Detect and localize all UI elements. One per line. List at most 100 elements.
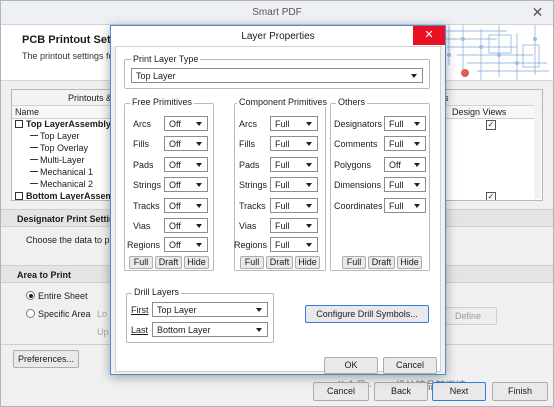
designators-dropdown[interactable]: Full [384,116,426,131]
comp-draft-button[interactable]: Draft [266,256,293,269]
chevron-down-icon [414,122,420,126]
finish-button[interactable]: Finish [492,382,548,401]
chevron-down-icon [256,328,262,332]
drill-last-dropdown[interactable]: Bottom Layer [152,322,268,337]
free-fills-dropdown[interactable]: Off [164,136,208,151]
polygons-dropdown[interactable]: Off [384,157,426,172]
lower-left-label: Lo [97,309,108,319]
drill-layers-title: Drill Layers [132,287,182,297]
area-section-title: Area to Print [17,270,72,280]
comp-regions-label: Regions [234,240,268,250]
component-primitives-title: Component Primitives [237,97,330,107]
upper-right-label: Up [97,327,109,337]
design-views-checkbox[interactable]: ✓ [486,120,496,130]
chevron-down-icon [196,163,202,167]
grid-row-label[interactable]: Top Overlay [40,143,88,153]
back-button[interactable]: Back [374,382,428,401]
grid-row-label[interactable]: Bottom LayerAssem [26,191,114,200]
chevron-down-icon [196,142,202,146]
pcb-decoration-image [437,25,553,80]
free-vias-label: Vias [133,221,151,231]
grid-row-label[interactable]: Multi-Layer [40,155,85,165]
grid-row-label[interactable]: Top LayerAssembly D [26,119,120,129]
dialog-cancel-button[interactable]: Cancel [383,357,437,374]
dimensions-dropdown[interactable]: Full [384,177,426,192]
ok-button[interactable]: OK [324,357,378,374]
grid-scrollbar[interactable] [534,91,541,199]
dialog-body: Print Layer Type Top Layer Free Primitiv… [115,46,441,372]
free-arcs-value: Off [169,119,181,129]
others-title: Others [336,97,368,107]
free-fills-value: Off [169,139,181,149]
free-pads-value: Off [169,160,181,170]
chevron-down-icon [196,204,202,208]
free-vias-dropdown[interactable]: Off [164,218,208,233]
comments-value: Full [389,139,404,149]
free-vias-value: Off [169,221,181,231]
dialog-close-icon[interactable]: ✕ [413,26,445,45]
grid-row-label[interactable]: Mechanical 2 [40,179,93,189]
define-button[interactable]: Define [439,307,497,325]
configure-drill-symbols-button[interactable]: Configure Drill Symbols... [305,305,429,323]
free-full-button[interactable]: Full [129,256,153,269]
wizard-cancel-button[interactable]: Cancel [313,382,369,401]
comp-regions-dropdown[interactable]: Full [270,237,318,252]
comp-tracks-dropdown[interactable]: Full [270,198,318,213]
collapse-icon[interactable] [15,120,23,128]
comp-pads-label: Pads [239,160,260,170]
chevron-down-icon [196,243,202,247]
collapse-icon[interactable] [15,192,23,200]
comp-pads-dropdown[interactable]: Full [270,157,318,172]
comp-pads-value: Full [275,160,290,170]
free-strings-dropdown[interactable]: Off [164,177,208,192]
grid-row-label[interactable]: Top Layer [40,131,80,141]
dialog-titlebar: Layer Properties ✕ [111,26,445,46]
comments-dropdown[interactable]: Full [384,136,426,151]
chevron-down-icon [414,142,420,146]
coordinates-dropdown[interactable]: Full [384,198,426,213]
specific-area-radio[interactable] [26,309,35,318]
others-hide-button[interactable]: Hide [397,256,422,269]
wizard-close-icon[interactable]: ✕ [522,1,553,25]
comp-hide-button[interactable]: Hide [295,256,320,269]
tree-line-icon [30,159,38,160]
comp-vias-value: Full [275,221,290,231]
comp-full-button[interactable]: Full [240,256,264,269]
grid-row-label[interactable]: Mechanical 1 [40,167,93,177]
comp-tracks-value: Full [275,201,290,211]
designators-value: Full [389,119,404,129]
next-button[interactable]: Next [432,382,486,401]
comp-tracks-label: Tracks [239,201,266,211]
chevron-down-icon [306,204,312,208]
free-pads-dropdown[interactable]: Off [164,157,208,172]
free-tracks-dropdown[interactable]: Off [164,198,208,213]
comp-arcs-dropdown[interactable]: Full [270,116,318,131]
free-regions-label: Regions [127,240,161,250]
drill-first-dropdown[interactable]: Top Layer [152,302,268,317]
free-strings-value: Off [169,180,181,190]
comp-strings-dropdown[interactable]: Full [270,177,318,192]
chevron-down-icon [414,163,420,167]
comp-arcs-label: Arcs [239,119,257,129]
coordinates-value: Full [389,201,404,211]
others-draft-button[interactable]: Draft [368,256,395,269]
free-primitives-title: Free Primitives [130,97,195,107]
entire-sheet-radio[interactable] [26,291,35,300]
others-full-button[interactable]: Full [342,256,366,269]
free-regions-dropdown[interactable]: Off [164,237,208,252]
preferences-button[interactable]: Preferences... [13,350,79,368]
comp-fills-dropdown[interactable]: Full [270,136,318,151]
free-draft-button[interactable]: Draft [155,256,182,269]
print-layer-type-dropdown[interactable]: Top Layer [131,68,423,83]
entire-sheet-label[interactable]: Entire Sheet [38,291,88,301]
free-regions-value: Off [169,240,181,250]
free-tracks-label: Tracks [133,201,160,211]
comp-vias-dropdown[interactable]: Full [270,218,318,233]
comp-regions-value: Full [275,240,290,250]
comp-fills-label: Fills [239,139,255,149]
free-hide-button[interactable]: Hide [184,256,209,269]
specific-area-label[interactable]: Specific Area [38,309,91,319]
design-views-checkbox[interactable]: ✓ [486,192,496,200]
free-arcs-dropdown[interactable]: Off [164,116,208,131]
comp-vias-label: Vias [239,221,257,231]
